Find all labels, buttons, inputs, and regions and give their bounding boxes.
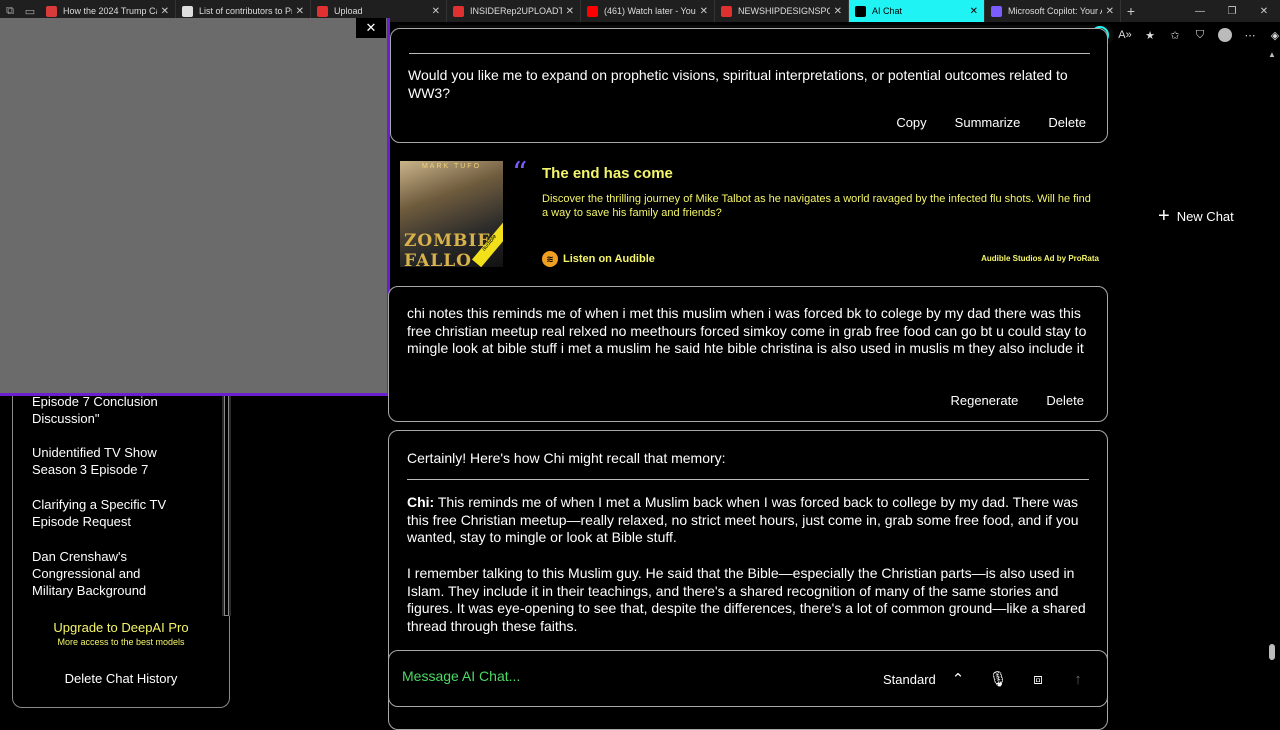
divider bbox=[407, 479, 1089, 480]
avatar bbox=[1218, 28, 1232, 42]
maximize-button[interactable]: ❐ bbox=[1216, 0, 1248, 22]
message-intro: Certainly! Here's how Chi might recall t… bbox=[407, 450, 726, 466]
message-paragraph: Chi: This reminds me of when I met a Mus… bbox=[407, 494, 1091, 547]
ad-description: Discover the thrilling journey of Mike T… bbox=[542, 193, 1091, 219]
upgrade-title: Upgrade to DeepAI Pro bbox=[53, 620, 189, 635]
profile-icon[interactable] bbox=[1216, 26, 1234, 44]
tab-title: AI Chat bbox=[872, 6, 903, 16]
browser-tab[interactable]: INSIDERep2UPLOADTOAW ✕ bbox=[447, 0, 581, 22]
plus-icon: + bbox=[1158, 205, 1170, 227]
chat-history-item[interactable]: Unidentified TV Show Season 3 Episode 7 bbox=[32, 444, 182, 478]
video-popout-window[interactable]: ✕ bbox=[0, 18, 390, 396]
chevron-up-icon[interactable]: ⌃ bbox=[946, 667, 970, 691]
tab-title: Microsoft Copilot: Your AI bbox=[1008, 6, 1102, 16]
tab-title: INSIDERep2UPLOADTOAW bbox=[470, 6, 562, 16]
close-icon[interactable]: ✕ bbox=[432, 6, 440, 17]
sidebar-scrollbar[interactable] bbox=[222, 368, 231, 616]
message-paragraph: I remember talking to this Muslim guy. H… bbox=[407, 565, 1086, 634]
close-icon[interactable]: ✕ bbox=[161, 6, 169, 17]
more-menu-icon[interactable]: ⋯ bbox=[1241, 26, 1259, 44]
browser-tab-active[interactable]: AI Chat ✕ bbox=[849, 0, 985, 22]
message-text: chi notes this reminds me of when i met … bbox=[407, 305, 1087, 356]
favorites-list-icon[interactable]: ✩ bbox=[1166, 26, 1184, 44]
copy-button[interactable]: Copy bbox=[896, 115, 926, 130]
tab-title: (461) Watch later - YouTub bbox=[604, 6, 696, 16]
upgrade-subtitle: More access to the best models bbox=[57, 637, 185, 647]
close-window-button[interactable]: ✕ bbox=[1248, 0, 1280, 22]
chat-page: "Mysterious Season 3 Episode 7 Conclusio… bbox=[0, 18, 1280, 730]
delete-button[interactable]: Delete bbox=[1046, 393, 1084, 408]
listen-label: Listen on Audible bbox=[563, 253, 655, 265]
close-icon[interactable]: ✕ bbox=[566, 6, 574, 17]
message-actions: Regenerate Delete bbox=[950, 393, 1084, 408]
listen-on-audible-link[interactable]: ≋ Listen on Audible bbox=[542, 251, 655, 267]
cover-author: MARK TUFO bbox=[421, 163, 482, 170]
ad-title[interactable]: The end has come bbox=[542, 165, 673, 182]
tab-favicon bbox=[317, 5, 328, 17]
browser-tab[interactable]: (461) Watch later - YouTub ✕ bbox=[581, 0, 715, 22]
book-cover-image[interactable]: MARK TUFO ZOMBIE FALLO audible bbox=[400, 161, 503, 267]
regenerate-button[interactable]: Regenerate bbox=[950, 393, 1018, 408]
close-icon[interactable]: ✕ bbox=[700, 6, 708, 17]
assistant-message: Would you like me to expand on prophetic… bbox=[390, 28, 1108, 143]
new-chat-button[interactable]: + New Chat bbox=[1158, 205, 1234, 227]
tab-favicon bbox=[855, 5, 866, 17]
favorite-star-icon[interactable]: ★ bbox=[1141, 26, 1159, 44]
tab-favicon bbox=[182, 5, 193, 17]
model-selector[interactable]: Standard bbox=[883, 672, 936, 687]
close-icon[interactable]: ✕ bbox=[356, 18, 386, 38]
chat-history-item[interactable]: Dan Crenshaw's Congressional and Militar… bbox=[32, 548, 182, 599]
chat-history-item[interactable]: Clarifying a Specific TV Episode Request bbox=[32, 496, 182, 530]
close-icon[interactable]: ✕ bbox=[834, 6, 842, 17]
message-input[interactable]: Message AI Chat... bbox=[402, 668, 520, 684]
close-icon[interactable]: ✕ bbox=[296, 6, 304, 17]
new-tab-button[interactable]: + bbox=[1121, 3, 1141, 19]
tab-title: Upload bbox=[334, 6, 363, 16]
summarize-button[interactable]: Summarize bbox=[955, 115, 1021, 130]
tab-title: How the 2024 Trump Camp bbox=[63, 6, 157, 16]
tab-favicon bbox=[991, 5, 1002, 17]
user-message: chi notes this reminds me of when i met … bbox=[388, 286, 1108, 422]
browser-tab[interactable]: NEWSHIPDESIGNSPOILER ✕ bbox=[715, 0, 849, 22]
tab-favicon bbox=[721, 5, 732, 17]
microphone-icon[interactable]: 🎙 bbox=[986, 667, 1010, 691]
browser-tab[interactable]: Microsoft Copilot: Your AI ✕ bbox=[985, 0, 1121, 22]
delete-button[interactable]: Delete bbox=[1048, 115, 1086, 130]
divider bbox=[409, 53, 1090, 54]
close-icon[interactable]: ✕ bbox=[1106, 6, 1114, 17]
delete-chat-history-button[interactable]: Delete Chat History bbox=[13, 671, 229, 686]
tab-title: List of contributors to Proj bbox=[199, 6, 292, 16]
send-arrow-icon[interactable]: ↑ bbox=[1066, 667, 1090, 691]
scrollbar-thumb[interactable] bbox=[224, 368, 229, 616]
paragraph-text: This reminds me of when I met a Muslim b… bbox=[407, 494, 1079, 545]
image-upload-icon[interactable]: ⧈ bbox=[1026, 667, 1050, 691]
audible-ad[interactable]: MARK TUFO ZOMBIE FALLO audible “ The end… bbox=[390, 153, 1108, 285]
new-chat-label: New Chat bbox=[1176, 208, 1234, 224]
page-scrollbar[interactable]: ▲ bbox=[1266, 48, 1278, 720]
browser-essentials-icon[interactable]: ⛉ bbox=[1191, 26, 1209, 44]
minimize-button[interactable]: — bbox=[1184, 0, 1216, 22]
ad-credit[interactable]: Audible Studios Ad by ProRata bbox=[981, 254, 1099, 263]
copilot-icon[interactable]: ◈ bbox=[1266, 26, 1280, 44]
scrollbar-thumb[interactable] bbox=[1269, 644, 1275, 660]
tab-favicon bbox=[587, 5, 598, 17]
close-icon[interactable]: ✕ bbox=[970, 6, 978, 17]
audible-icon: ≋ bbox=[542, 251, 558, 267]
speaker-label: Chi: bbox=[407, 494, 435, 510]
window-controls: — ❐ ✕ bbox=[1184, 0, 1280, 22]
message-text: Would you like me to expand on prophetic… bbox=[408, 67, 1068, 101]
quote-icon: “ bbox=[512, 156, 528, 191]
tab-favicon bbox=[46, 5, 57, 17]
message-input-bar: Message AI Chat... Standard ⌃ 🎙 ⧈ ↑ bbox=[388, 650, 1108, 707]
upgrade-link[interactable]: Upgrade to DeepAI Pro More access to the… bbox=[13, 620, 229, 647]
message-actions: Copy Summarize Delete bbox=[896, 115, 1086, 130]
tab-title: NEWSHIPDESIGNSPOILER bbox=[738, 6, 830, 16]
tab-favicon bbox=[453, 5, 464, 17]
read-aloud-icon[interactable]: A» bbox=[1116, 26, 1134, 44]
scroll-up-icon[interactable]: ▲ bbox=[1268, 50, 1276, 59]
